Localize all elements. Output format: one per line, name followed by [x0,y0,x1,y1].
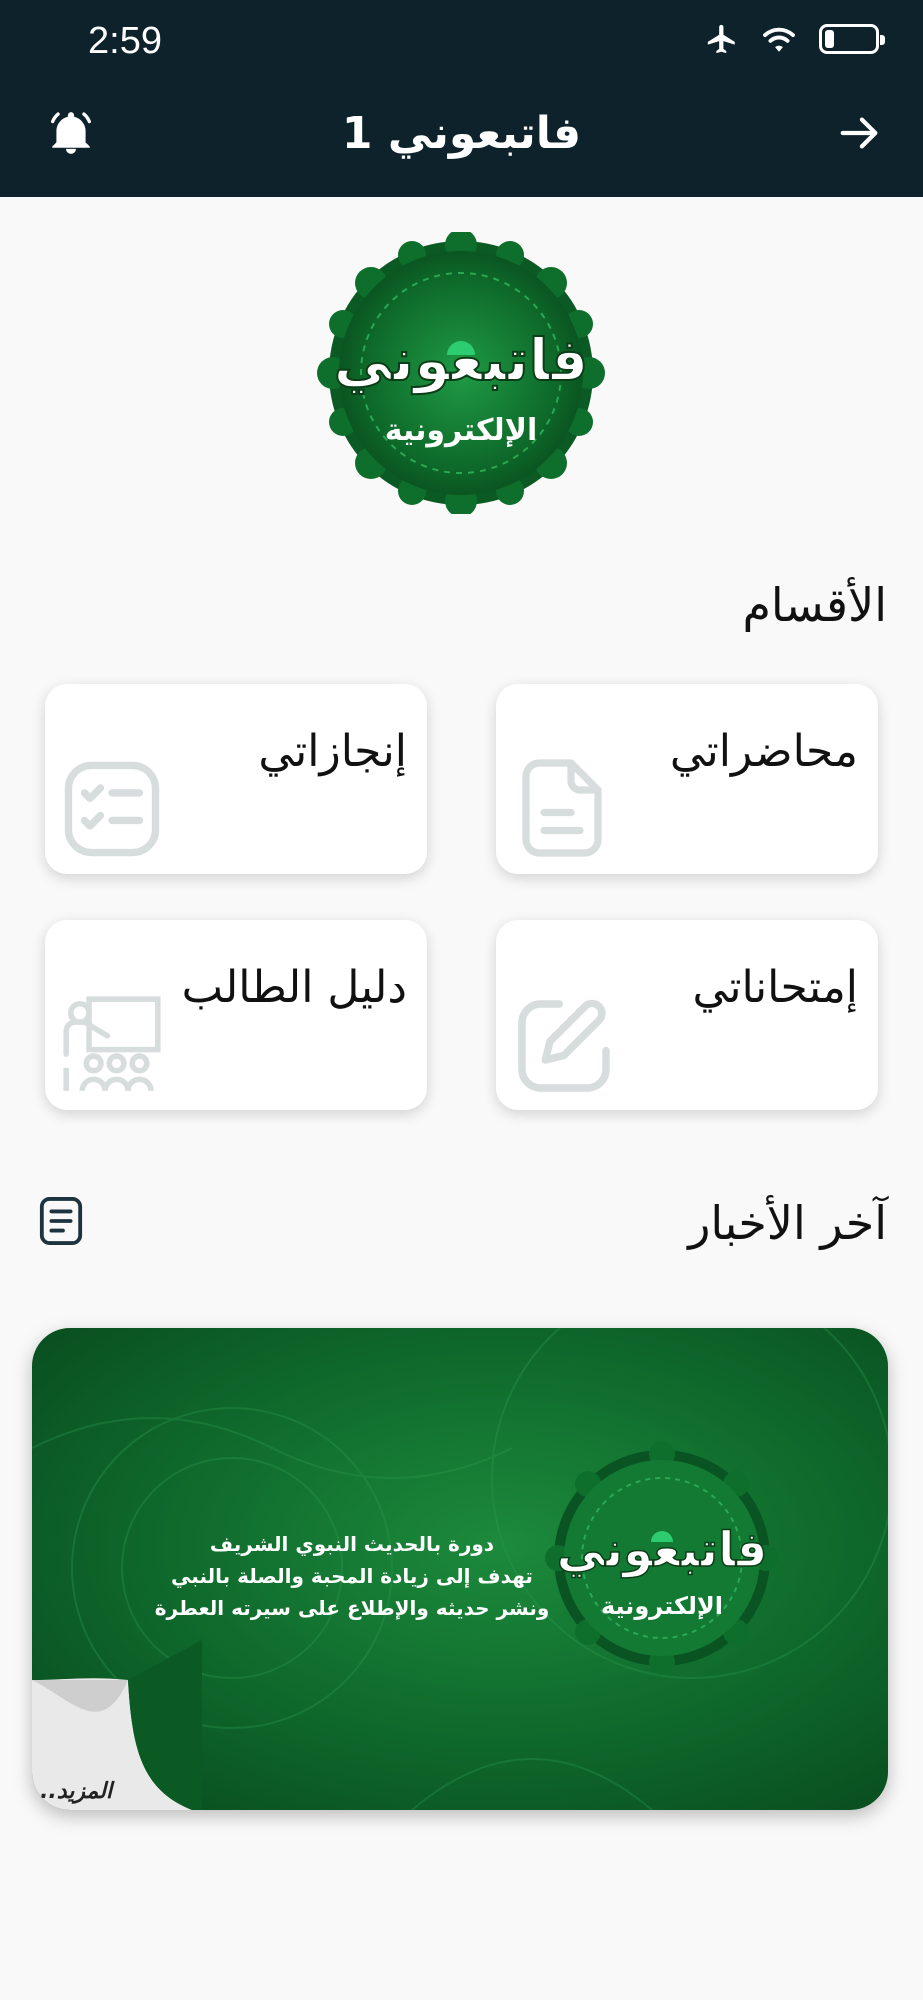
edit-icon [518,999,610,1092]
logo-subtitle: الإلكترونية [385,413,538,448]
card-achievements-label: إنجازاتي [258,726,407,777]
document-icon [522,759,602,857]
status-time: 2:59 [88,20,162,62]
card-lectures[interactable]: محاضراتي [496,684,878,874]
card-student-guide-label: دليل الطالب [181,962,407,1013]
card-lectures-label: محاضراتي [669,726,858,777]
banner-logo: فاتبعوني الإلكترونية [545,1441,779,1675]
back-button[interactable] [837,110,883,160]
banner-line-1: دورة بالحديث النبوي الشريف [209,1532,495,1556]
app-header: 2:59 فاتبعوني 1 [0,0,923,197]
card-achievements[interactable]: إنجازاتي [45,684,427,874]
banner-logo-subtitle: الإلكترونية [601,1592,723,1620]
logo-title: فاتبعوني [334,326,589,395]
news-banner[interactable]: دورة بالحديث النبوي الشريف تهدف إلى زياد… [32,1328,888,1810]
banner-logo-title: فاتبعوني [557,1522,768,1578]
app-logo: فاتبعوني الإلكترونية [300,229,622,517]
arrow-right-icon [840,117,878,149]
battery-icon [819,24,885,54]
news-button[interactable] [38,1196,84,1250]
banner-line-3: ونشر حديثه والإطلاع على سيرته العطرة [154,1596,550,1620]
classroom-icon [63,996,161,1092]
news-banner-text: دورة بالحديث النبوي الشريف تهدف إلى زياد… [152,1528,552,1624]
card-exams[interactable]: إمتحاناتي [496,920,878,1110]
card-exams-label: إمتحاناتي [692,962,858,1013]
more-link[interactable]: المزيد.. [40,1779,112,1804]
page-title: فاتبعوني 1 [341,108,582,159]
wifi-icon [763,27,795,52]
news-icon [39,1197,83,1245]
news-title: آخر الأخبار [688,1196,887,1250]
card-student-guide[interactable]: دليل الطالب [45,920,427,1110]
status-icons [705,22,885,56]
checklist-icon [64,761,160,857]
sections-title: الأقسام [742,578,887,632]
banner-line-2: تهدف إلى زيادة المحبة والصلة بالنبي [171,1564,533,1588]
airplane-icon [707,24,735,54]
